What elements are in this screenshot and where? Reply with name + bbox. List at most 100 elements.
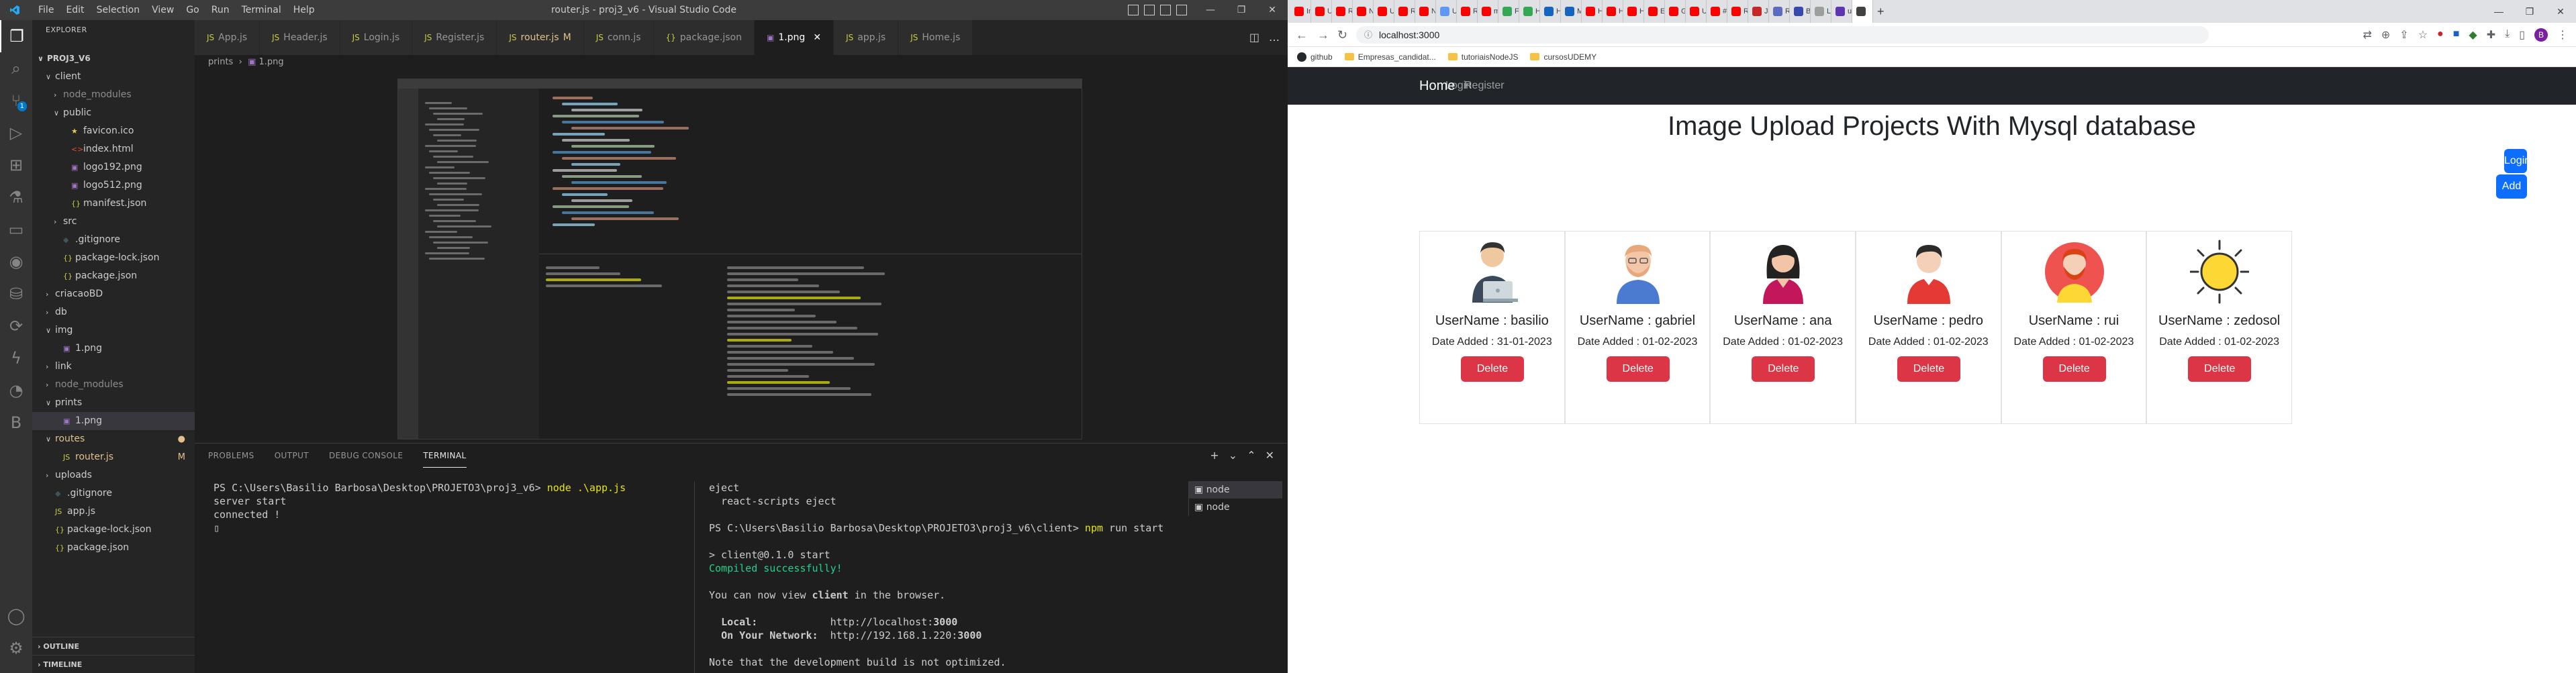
tab-login-js[interactable]: JS Login.js — [340, 20, 413, 55]
new-tab-button[interactable]: + — [1873, 0, 1894, 23]
browser-tab[interactable]: Log — [1811, 0, 1831, 23]
browser-tab[interactable]: Nu — [1353, 0, 1374, 23]
extension-red-icon[interactable]: ● — [2437, 28, 2444, 42]
browser-tab[interactable]: File — [1498, 0, 1519, 23]
terminal-instance[interactable]: ▣ node — [1189, 481, 1282, 499]
split-editor-icon[interactable]: ◫ — [1249, 31, 1259, 44]
login-button[interactable]: Login — [2504, 149, 2530, 173]
tab-home-js[interactable]: JS Home.js — [898, 20, 973, 55]
tree-item[interactable]: JS router.js M — [32, 448, 195, 466]
share-icon[interactable]: ⇪ — [2399, 28, 2408, 42]
panel-tab-output[interactable]: OUTPUT — [275, 444, 309, 468]
delete-button[interactable]: Delete — [1606, 356, 1670, 382]
browser-close-icon[interactable]: ✕ — [2545, 0, 2576, 23]
terminal-output-right[interactable]: eject react-scripts eject PS C:\Users\Ba… — [709, 481, 1163, 669]
browser-tab[interactable]: Ha — [1519, 0, 1540, 23]
panel-tab-terminal[interactable]: TERMINAL — [423, 444, 467, 468]
tree-item[interactable]: › node_modules — [32, 376, 195, 394]
browser-tab[interactable]: Hos — [1540, 0, 1561, 23]
explorer-icon[interactable]: ❐ — [0, 20, 32, 52]
browser-tab[interactable]: Rea — [1332, 0, 1353, 23]
tree-item[interactable]: ◆ .gitignore — [32, 484, 195, 503]
bootstrap-icon[interactable]: B — [0, 407, 32, 439]
translate-icon[interactable]: ⇄ — [2363, 28, 2371, 42]
tree-item[interactable]: ∨ img — [32, 321, 195, 340]
tree-item[interactable]: ∨ PROJ3_V6 — [32, 50, 195, 68]
toggle-panel-icon[interactable] — [1144, 5, 1155, 15]
browser-tab[interactable]: use — [1831, 0, 1852, 23]
menu-view[interactable]: View — [146, 0, 180, 20]
tree-item[interactable]: ★ favicon.ico — [32, 122, 195, 140]
bookmark-tutoriaisnodejs[interactable]: tutoriaisNodeJS — [1447, 47, 1518, 66]
tab-header-js[interactable]: JS Header.js — [260, 20, 340, 55]
breadcrumb-folder[interactable]: prints — [208, 57, 233, 67]
delete-button[interactable]: Delete — [1461, 356, 1524, 382]
tree-item[interactable]: › criacaoBD — [32, 285, 195, 303]
add-user-button[interactable]: Add User — [2496, 174, 2527, 216]
tree-item[interactable]: ∨ routes ● — [32, 430, 195, 448]
git-lens-icon[interactable]: ◔ — [0, 374, 32, 407]
settings-gear-icon[interactable]: ⚙ — [0, 632, 32, 664]
menu-run[interactable]: Run — [205, 0, 236, 20]
tree-item[interactable]: JS app.js — [32, 503, 195, 521]
menu-terminal[interactable]: Terminal — [236, 0, 287, 20]
restore-icon[interactable]: ❐ — [1226, 0, 1257, 20]
toggle-sidebar-icon[interactable] — [1128, 5, 1139, 15]
browser-tab[interactable]: Ima — [1290, 0, 1311, 23]
live-share-icon[interactable]: ⟳ — [0, 310, 32, 342]
back-icon[interactable]: ← — [1296, 28, 1308, 42]
tree-item[interactable]: › db — [32, 303, 195, 321]
testing-icon[interactable]: ⚗ — [0, 181, 32, 213]
browser-tab[interactable]: Res — [1727, 0, 1748, 23]
browser-tab[interactable]: #13 — [1707, 0, 1727, 23]
tree-item[interactable]: {} manifest.json — [32, 195, 195, 213]
tab-app-js[interactable]: JS App.js — [195, 20, 260, 55]
browser-tab[interactable]: Rea — [1394, 0, 1415, 23]
tree-item[interactable]: › uploads — [32, 466, 195, 484]
browser-tab[interactable]: Upl — [1436, 0, 1457, 23]
browser-tab[interactable]: Hor — [1603, 0, 1623, 23]
panel-tab-debug-console[interactable]: DEBUG CONSOLE — [329, 444, 403, 468]
tree-item[interactable]: {} package.json — [32, 539, 195, 557]
browser-minimize-icon[interactable]: — — [2483, 0, 2514, 23]
toggle-secondary-sidebar-icon[interactable] — [1160, 5, 1171, 15]
browser-tab[interactable]: Jeff — [1748, 0, 1769, 23]
tree-item[interactable]: ▣ logo192.png — [32, 158, 195, 176]
database-icon[interactable]: ⛁ — [0, 278, 32, 310]
browser-tab[interactable]: Ger — [1665, 0, 1686, 23]
tree-item[interactable]: › src — [32, 213, 195, 231]
maximize-panel-icon[interactable]: ⌃ — [1247, 449, 1255, 462]
tree-item[interactable]: ▣ 1.png — [32, 340, 195, 358]
bookmark-empresas-candidat-[interactable]: Empresas_candidat... — [1344, 47, 1436, 66]
remote-explorer-icon[interactable]: ▭ — [0, 213, 32, 246]
delete-button[interactable]: Delete — [2042, 356, 2106, 382]
browser-tab[interactable]: Upl — [1311, 0, 1332, 23]
reload-icon[interactable]: ↻ — [1337, 28, 1347, 42]
site-info-icon[interactable]: ⓘ — [1364, 26, 1372, 44]
tab-app-js[interactable]: JS app.js — [834, 20, 899, 55]
bookmark-github[interactable]: github — [1297, 47, 1333, 66]
tree-item[interactable]: ▣ logo512.png — [32, 176, 195, 195]
sidepanel-icon[interactable]: ▯ — [2519, 28, 2525, 42]
docker-icon[interactable]: ◉ — [0, 246, 32, 278]
close-panel-icon[interactable]: ✕ — [1266, 449, 1274, 462]
browser-tab[interactable] — [1852, 0, 1873, 23]
close-icon[interactable]: ✕ — [1257, 0, 1288, 20]
minimize-icon[interactable]: — — [1195, 0, 1226, 20]
outline-section[interactable]: › OUTLINE — [32, 637, 195, 655]
tree-item[interactable]: {} package-lock.json — [32, 521, 195, 539]
tree-item[interactable]: ∨ prints — [32, 394, 195, 412]
extensions-icon[interactable]: ⊞ — [0, 149, 32, 181]
extension-blue-icon[interactable]: ■ — [2453, 28, 2460, 42]
menu-help[interactable]: Help — [287, 0, 321, 20]
tab-1-png[interactable]: ▣ 1.png ✕ — [754, 20, 834, 55]
tree-item[interactable]: {} package.json — [32, 267, 195, 285]
zoom-icon[interactable]: ⊕ — [2381, 28, 2390, 42]
menu-selection[interactable]: Selection — [91, 0, 146, 20]
bookmark-star-icon[interactable]: ☆ — [2418, 28, 2428, 42]
tab-router-js[interactable]: JS router.js M — [497, 20, 584, 55]
delete-button[interactable]: Delete — [1752, 356, 1815, 382]
terminal-dropdown-icon[interactable]: ⌄ — [1229, 449, 1237, 462]
nav-link-register[interactable]: Register — [1464, 67, 1505, 105]
profile-avatar[interactable]: B — [2534, 28, 2548, 42]
